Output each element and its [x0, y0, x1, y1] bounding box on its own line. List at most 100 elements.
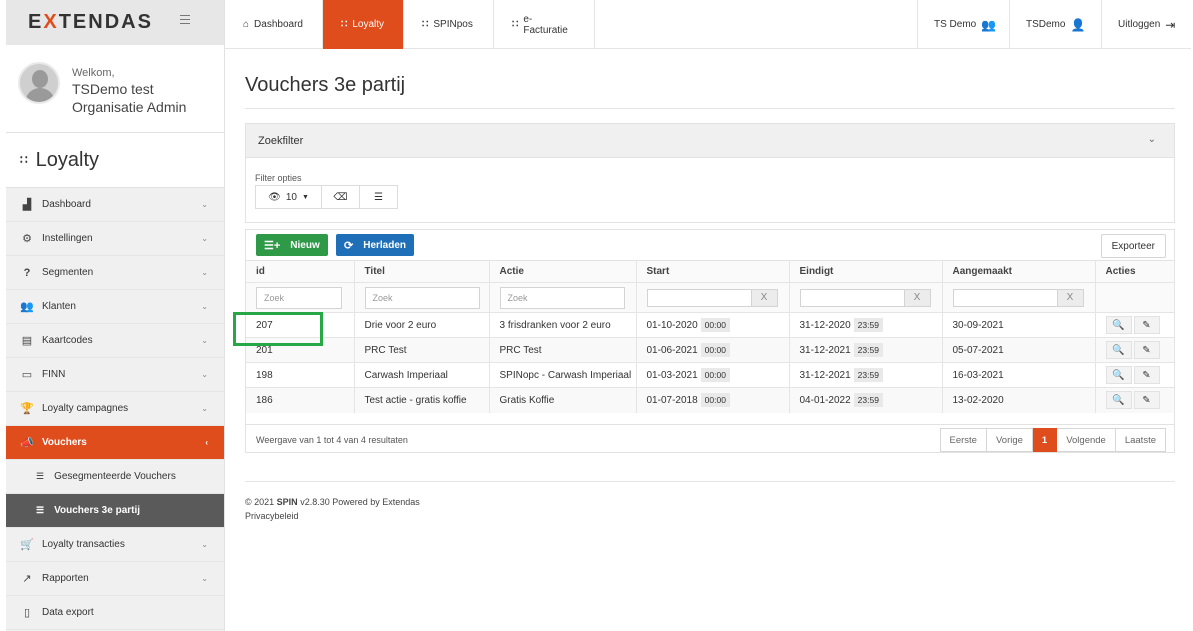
- first-page-button[interactable]: Eerste: [939, 428, 987, 452]
- hamburger-menu-icon[interactable]: [180, 15, 190, 27]
- cell-actions: 🔍 ✎: [1095, 312, 1175, 338]
- clear-end-date-button[interactable]: X: [904, 288, 931, 307]
- tab-dashboard[interactable]: ⌂ Dashboard: [225, 0, 323, 49]
- action-filter-input[interactable]: Zoek: [499, 286, 625, 309]
- users-icon: 👥: [981, 17, 997, 32]
- organisation-link[interactable]: TS Demo 👥: [917, 0, 1012, 49]
- export-button-label: Exporteer: [1111, 240, 1155, 252]
- end-date: 04-01-2022: [799, 395, 851, 407]
- last-page-button[interactable]: Laatste: [1115, 428, 1166, 452]
- clear-created-date-button[interactable]: X: [1057, 288, 1084, 307]
- sidebar-item-rapporten[interactable]: ↗ Rapporten ⌄: [6, 562, 224, 596]
- column-header-aangemaakt[interactable]: Aangemaakt: [942, 260, 1096, 283]
- megaphone-icon: 📣: [20, 437, 34, 449]
- cell-id: 198: [246, 362, 355, 388]
- extendas-logo[interactable]: EXTENDAS: [28, 11, 153, 34]
- pagination: Eerste Vorige 1 Volgende Laatste: [939, 428, 1166, 452]
- module-title: ∷ Loyalty: [6, 133, 224, 188]
- next-page-button[interactable]: Volgende: [1057, 428, 1116, 452]
- reload-button-label: Herladen: [363, 239, 407, 251]
- cell-title: Carwash Imperiaal: [354, 362, 490, 388]
- start-date: 01-07-2018: [646, 395, 698, 407]
- view-button[interactable]: 🔍: [1105, 366, 1132, 384]
- sidebar-item-dashboard[interactable]: ▟ Dashboard ⌄: [6, 188, 224, 222]
- privacy-link[interactable]: Privacybeleid: [245, 509, 420, 523]
- edit-button[interactable]: ✎: [1133, 391, 1160, 410]
- eraser-icon: ⌫: [333, 191, 348, 203]
- user-icon: 👤: [1070, 17, 1086, 32]
- start-date-input[interactable]: [646, 288, 752, 307]
- home-icon: ⌂: [243, 19, 250, 30]
- tab-spinpos[interactable]: ∷ SPINpos: [404, 0, 494, 49]
- sidebar-item-klanten[interactable]: 👥 Klanten ⌄: [6, 290, 224, 324]
- chevron-down-icon[interactable]: ⌄: [1148, 134, 1156, 145]
- search-icon: 🔍: [1112, 344, 1125, 356]
- sidebar-item-instellingen[interactable]: ⚙ Instellingen ⌄: [6, 222, 224, 256]
- cell-action-link[interactable]: Gratis Koffie: [489, 387, 637, 413]
- sidebar-item-kaartcodes[interactable]: ▤ Kaartcodes ⌄: [6, 324, 224, 358]
- sidebar-item-loyalty-campagnes[interactable]: 🏆 Loyalty campagnes ⌄: [6, 392, 224, 426]
- sidebar-subitem-vouchers-3e-partij[interactable]: ☰ Vouchers 3e partij: [6, 494, 224, 528]
- cell-action-link[interactable]: 3 frisdranken voor 2 euro: [489, 312, 637, 338]
- column-header-actie[interactable]: Actie: [489, 260, 637, 283]
- table-row[interactable]: 207 Drie voor 2 euro 3 frisdranken voor …: [246, 312, 1175, 338]
- edit-button[interactable]: ✎: [1133, 366, 1160, 384]
- edit-button[interactable]: ✎: [1133, 316, 1160, 334]
- list-icon: ☰: [36, 505, 45, 515]
- file-icon: ▯: [23, 607, 31, 619]
- logout-link[interactable]: Uitloggen ⇥: [1101, 0, 1191, 49]
- column-header-eindigt[interactable]: Eindigt: [789, 260, 943, 283]
- tab-e-facturatie[interactable]: ∷ e-Facturatie: [494, 0, 595, 49]
- view-button[interactable]: 🔍: [1105, 316, 1132, 334]
- user-panel: Welkom, TSDemo test Organisatie Admin: [6, 45, 224, 133]
- sidebar-item-vouchers[interactable]: 📣 Vouchers ‹: [6, 426, 224, 460]
- sidebar-item-data-export[interactable]: ▯ Data export: [6, 596, 224, 630]
- cell-end: 31-12-2020 23:59: [789, 312, 943, 338]
- export-button[interactable]: Exporteer: [1100, 234, 1166, 258]
- view-button[interactable]: 🔍: [1105, 341, 1132, 359]
- new-button[interactable]: ☰+ Nieuw: [256, 234, 328, 256]
- previous-page-button[interactable]: Vorige: [986, 428, 1033, 452]
- clear-filter-button[interactable]: ⌫: [322, 185, 360, 209]
- question-icon: ?: [23, 266, 31, 279]
- table-row[interactable]: 198 Carwash Imperiaal SPINopc - Carwash …: [246, 362, 1175, 388]
- id-filter-input[interactable]: Zoek: [256, 286, 342, 309]
- end-time: 23:59: [853, 318, 883, 332]
- sidebar-item-label: Instellingen: [42, 233, 93, 244]
- edit-button[interactable]: ✎: [1133, 341, 1160, 359]
- sidebar-item-finn[interactable]: ▭ FINN ⌄: [6, 358, 224, 392]
- view-button[interactable]: 🔍: [1105, 391, 1132, 410]
- end-date-input[interactable]: [799, 288, 905, 307]
- sidebar-subitem-gesegmenteerde-vouchers[interactable]: ☰ Gesegmenteerde Vouchers: [6, 460, 224, 494]
- end-date: 31-12-2021: [799, 370, 851, 381]
- tab-label: Dashboard: [254, 19, 303, 30]
- current-page-button[interactable]: 1: [1032, 428, 1058, 452]
- cell-action-link[interactable]: PRC Test: [489, 337, 637, 363]
- grid-icon: ∷: [341, 19, 348, 30]
- cell-action-link[interactable]: SPINopc - Carwash Imperiaal: [489, 362, 637, 388]
- table-row[interactable]: 201 PRC Test PRC Test 01-06-2021 00:00 31…: [246, 337, 1175, 363]
- column-toggle-button[interactable]: ☰: [360, 185, 398, 209]
- rows-per-page-dropdown[interactable]: 👁 10 ▼: [255, 185, 322, 209]
- column-header-start[interactable]: Start: [636, 260, 790, 283]
- filter-options-label: Filter opties: [255, 173, 302, 183]
- profile-link[interactable]: TSDemo 👤: [1009, 0, 1101, 49]
- column-header-id[interactable]: id: [246, 260, 355, 283]
- created-date-input[interactable]: [952, 288, 1058, 307]
- title-filter-input[interactable]: Zoek: [364, 286, 480, 309]
- credit-card-icon: ▭: [21, 369, 33, 381]
- module-grid-icon: ∷: [20, 153, 28, 167]
- filter-header[interactable]: Zoekfilter ⌄: [246, 124, 1174, 158]
- sidebar-item-segmenten[interactable]: ? Segmenten ⌄: [6, 256, 224, 290]
- grid-icon: ∷: [512, 19, 519, 30]
- pencil-icon: ✎: [1142, 344, 1151, 356]
- search-filter-panel: Zoekfilter ⌄ Filter opties 👁 10 ▼ ⌫ ☰: [245, 123, 1175, 223]
- column-header-titel[interactable]: Titel: [354, 260, 490, 283]
- add-list-icon: ☰+: [264, 239, 281, 252]
- sidebar-item-loyalty-transacties[interactable]: 🛒 Loyalty transacties ⌄: [6, 528, 224, 562]
- clear-start-date-button[interactable]: X: [751, 288, 778, 307]
- reload-button[interactable]: ⟳ Herladen: [336, 234, 415, 256]
- search-icon: 🔍: [1112, 369, 1125, 381]
- table-row[interactable]: 186 Test actie - gratis koffie Gratis Ko…: [246, 387, 1175, 413]
- tab-loyalty[interactable]: ∷ Loyalty: [323, 0, 404, 49]
